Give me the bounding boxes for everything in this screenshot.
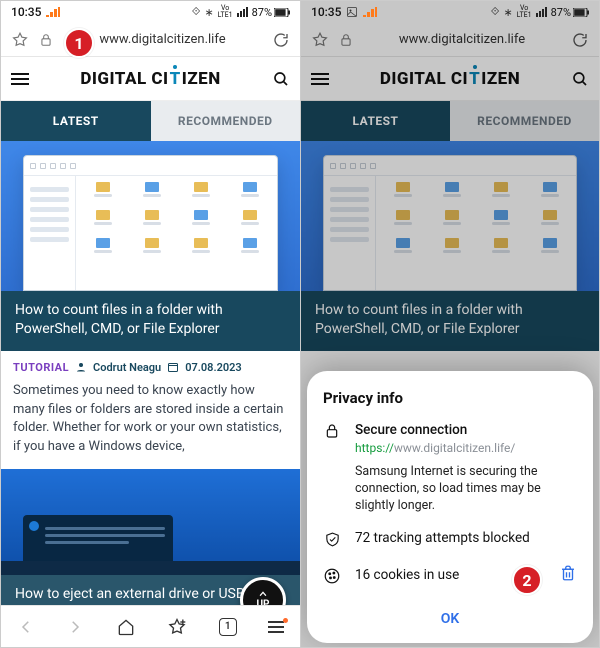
url-text[interactable]: www.digitalcitizen.life (363, 32, 561, 47)
notification-dot-icon (283, 618, 288, 623)
site-logo[interactable]: DIGITAL CITIZEN (380, 69, 520, 89)
url-bar: www.digitalcitizen.life (1, 23, 300, 57)
nav-tabcount-button[interactable]: 1 (219, 618, 237, 636)
nav-bookmark-button[interactable] (167, 617, 187, 637)
phone-right: 10:35 ⟐ ∗ VoLTE1 87% (300, 1, 599, 647)
phone-left: 10:35 ⟐ ∗ VoLTE1 87% www.digit (1, 1, 300, 647)
url-bar: www.digitalcitizen.life (301, 23, 599, 57)
article-meta: TUTORIAL Codrut Neagu 07.08.2023 (1, 351, 300, 380)
nav-home-button[interactable] (116, 617, 136, 637)
battery-indicator: 87% (551, 6, 589, 19)
callout-badge-1: 1 (64, 28, 94, 58)
nav-forward-button[interactable] (66, 618, 84, 636)
content-tabs: LATEST RECOMMENDED (301, 101, 599, 141)
bluetooth-icon: ∗ (503, 6, 512, 19)
status-time: 10:35 (311, 5, 341, 19)
article-thumbnail (301, 141, 599, 291)
lock-icon[interactable] (339, 32, 353, 48)
article-date: 07.08.2023 (185, 361, 242, 374)
orange-stairs-icon (46, 7, 60, 17)
nav-back-button[interactable] (17, 618, 35, 636)
tab-latest[interactable]: LATEST (1, 101, 151, 141)
secure-connection-url: https://www.digitalcitizen.life/ (355, 440, 577, 456)
article-thumbnail (1, 469, 300, 575)
orange-stairs-icon (363, 7, 377, 17)
status-bar: 10:35 ⟐ ∗ VoLTE1 87% (1, 1, 300, 23)
article-card[interactable]: UP How to eject an external drive or USB… (1, 469, 300, 605)
status-time: 10:35 (11, 5, 41, 19)
tab-recommended[interactable]: RECOMMENDED (450, 101, 599, 141)
calendar-icon (167, 361, 179, 373)
reload-icon[interactable] (571, 31, 589, 49)
lock-icon[interactable] (39, 32, 53, 48)
reload-icon[interactable] (272, 31, 290, 49)
tab-recommended[interactable]: RECOMMENDED (151, 101, 301, 141)
site-logo[interactable]: DIGITAL CITIZEN (80, 69, 220, 89)
trash-icon (559, 563, 577, 583)
content-tabs: LATEST RECOMMENDED (1, 101, 300, 141)
bluetooth-icon: ∗ (204, 6, 213, 19)
star-outline-icon[interactable] (311, 31, 329, 49)
secure-connection-title: Secure connection (355, 421, 577, 439)
signal-icon (536, 7, 547, 17)
search-icon[interactable] (571, 70, 589, 88)
cookie-icon (323, 567, 341, 585)
search-icon[interactable] (272, 70, 290, 88)
site-header: DIGITAL CITIZEN (1, 57, 300, 101)
article-thumbnail (1, 141, 300, 291)
signal-icon (237, 7, 248, 17)
privacy-row-secure: Secure connection https://www.digitalcit… (323, 421, 577, 515)
article-title: How to count files in a folder with Powe… (301, 291, 599, 351)
privacy-sheet: Privacy info Secure connection https://w… (307, 371, 593, 643)
privacy-heading: Privacy info (323, 389, 577, 407)
chevron-up-icon (256, 589, 270, 599)
ok-button[interactable]: OK (323, 601, 577, 633)
article-excerpt: Sometimes you need to know exactly how m… (1, 380, 300, 469)
callout-badge-2: 2 (512, 565, 542, 595)
browser-bottom-nav: 1 (1, 605, 300, 647)
shield-icon (323, 530, 341, 549)
star-outline-icon[interactable] (11, 31, 29, 49)
hamburger-icon[interactable] (11, 70, 29, 88)
content-area: LATEST RECOMMENDED How to (1, 101, 300, 605)
article-author[interactable]: Codrut Neagu (93, 361, 161, 374)
article-card[interactable]: How to count files in a folder with Powe… (301, 141, 599, 351)
site-header: DIGITAL CITIZEN (301, 57, 599, 101)
tab-latest[interactable]: LATEST (301, 101, 450, 141)
status-bar: 10:35 ⟐ ∗ VoLTE1 87% (301, 1, 599, 23)
article-tag[interactable]: TUTORIAL (13, 361, 69, 374)
delete-cookies-button[interactable] (559, 563, 577, 587)
secure-connection-desc: Samsung Internet is securing the connect… (355, 464, 577, 515)
article-title: How to count files in a folder with Powe… (1, 291, 300, 351)
privacy-row-tracking: 72 tracking attempts blocked (323, 529, 577, 549)
lock-icon (323, 422, 341, 440)
gallery-icon (346, 6, 358, 18)
nfc-icon: ⟐ (491, 5, 500, 19)
battery-indicator: 87% (252, 6, 290, 19)
nfc-icon: ⟐ (192, 5, 201, 19)
volte-icon: VoLTE1 (218, 5, 233, 19)
tracking-text: 72 tracking attempts blocked (355, 529, 577, 547)
volte-icon: VoLTE1 (517, 5, 532, 19)
person-icon (75, 361, 87, 373)
article-card[interactable]: How to count files in a folder with Powe… (1, 141, 300, 469)
nav-menu-button[interactable] (268, 621, 284, 633)
hamburger-icon[interactable] (311, 70, 329, 88)
